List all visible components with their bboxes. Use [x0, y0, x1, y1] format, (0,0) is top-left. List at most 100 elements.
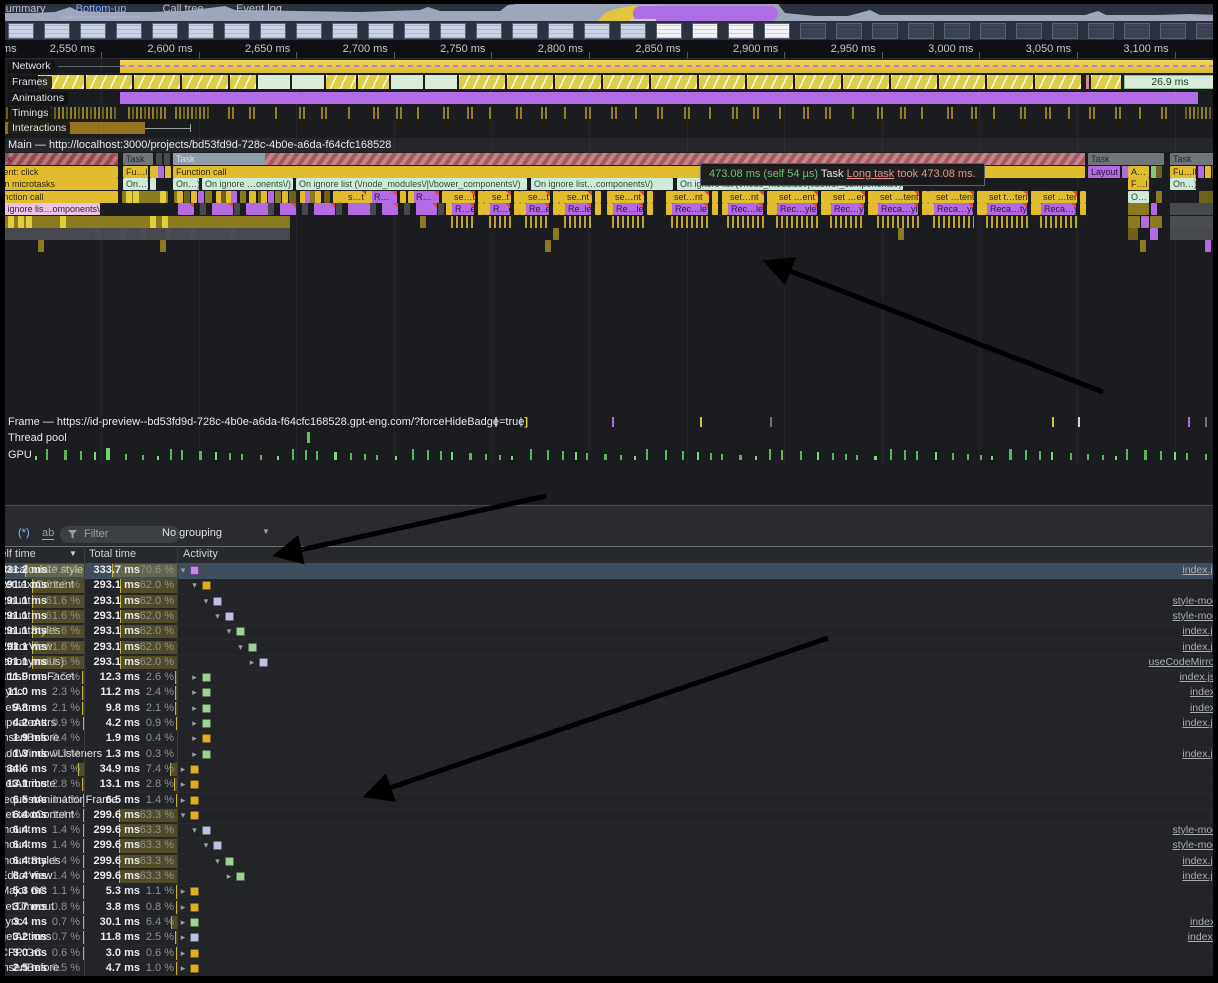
flame-event-fragment[interactable] — [165, 166, 171, 178]
frame-block[interactable] — [843, 75, 889, 89]
frame-block[interactable] — [358, 75, 389, 89]
tree-caret[interactable]: ▸ — [190, 716, 200, 731]
flame-event-fragment[interactable] — [647, 191, 653, 203]
flame-event-fragment[interactable] — [160, 191, 166, 203]
filmstrip-thumbnail[interactable] — [80, 23, 106, 39]
tree-caret[interactable]: ▸ — [178, 930, 188, 945]
tree-caret[interactable]: ▾ — [201, 838, 211, 853]
track-label-gpu[interactable]: GPU — [8, 448, 32, 462]
flame-event-fragment[interactable] — [140, 228, 146, 240]
flame-event[interactable]: Fu…ll — [1170, 166, 1196, 178]
flame-event-fragment[interactable] — [400, 191, 406, 203]
flame-event-fragment[interactable] — [268, 203, 274, 215]
flame-event[interactable]: On ignore list (\/node_modules\/|\/bower… — [296, 178, 527, 190]
flame-event-fragment[interactable] — [190, 228, 196, 240]
tree-caret[interactable]: ▸ — [178, 961, 188, 976]
flame-event-fragment[interactable] — [1141, 216, 1149, 228]
flame-event[interactable]: Fu…ll — [123, 166, 148, 178]
flame-event-fragment[interactable] — [133, 191, 139, 203]
flame-event-fragment[interactable] — [647, 203, 653, 215]
filmstrip-thumbnail[interactable] — [476, 23, 502, 39]
flame-event-fragment[interactable] — [1140, 240, 1146, 252]
table-row[interactable]: 3.4 ms0.7 %30.1 ms6.4 %▸syncindex. — [0, 915, 1218, 931]
filmstrip-thumbnail[interactable] — [8, 23, 34, 39]
flame-event-fragment[interactable] — [872, 203, 878, 215]
flame-event[interactable]: set …ent — [776, 191, 818, 203]
filmstrip-thumbnail[interactable] — [44, 23, 70, 39]
flame-event[interactable]: set …ent — [830, 191, 865, 203]
flame-event-fragment[interactable] — [671, 216, 709, 228]
flame-event-fragment[interactable] — [1205, 240, 1211, 252]
tree-caret[interactable]: ▸ — [247, 655, 257, 670]
flame-event[interactable]: On…) — [173, 178, 199, 190]
flame-event[interactable]: set …tent — [933, 191, 974, 203]
frame-block[interactable] — [1035, 75, 1081, 89]
flame-event-fragment[interactable] — [150, 178, 156, 190]
flame-event-fragment[interactable] — [564, 216, 592, 228]
flame-event-fragment[interactable] — [26, 216, 32, 228]
flame-event-fragment[interactable] — [986, 216, 1028, 228]
flame-event-fragment[interactable] — [771, 203, 777, 215]
flame-event-fragment[interactable] — [275, 191, 281, 203]
flame-event-fragment[interactable] — [404, 203, 410, 215]
flame-event-fragment[interactable] — [333, 191, 340, 203]
track-label-threadpool[interactable]: Thread pool — [8, 431, 67, 445]
grouping-chevron-down-icon[interactable]: ▼ — [262, 527, 270, 536]
flame-event-fragment[interactable] — [666, 191, 672, 203]
flame-event-fragment[interactable] — [324, 191, 330, 203]
flame-event-fragment[interactable] — [559, 203, 565, 215]
frame-block[interactable] — [1091, 75, 1121, 89]
flame-event[interactable]: Re..e — [526, 203, 549, 215]
flame-event[interactable]: Re..le — [565, 203, 591, 215]
flame-event[interactable]: R…e — [452, 203, 474, 215]
flame-event-fragment[interactable] — [771, 191, 777, 203]
flame-event-fragment[interactable] — [420, 216, 426, 228]
flame-event[interactable]: Function call — [0, 191, 118, 203]
tree-caret[interactable]: ▾ — [190, 823, 200, 838]
flame-event-fragment[interactable] — [177, 191, 183, 203]
flame-event-fragment[interactable] — [95, 228, 101, 240]
frame-block[interactable] — [891, 75, 937, 89]
filmstrip-thumbnail[interactable] — [116, 23, 142, 39]
flame-event-fragment[interactable] — [1040, 216, 1077, 228]
flame-event-fragment[interactable] — [484, 203, 490, 215]
table-row[interactable]: 1.3 ms0.3 %1.3 ms0.3 %▸addWindowListener… — [0, 747, 1218, 763]
flame-event-fragment[interactable] — [162, 216, 168, 228]
frame-block[interactable] — [507, 75, 553, 89]
flame-event[interactable]: se..nt — [564, 191, 592, 203]
flame-event[interactable]: Reca…yle — [934, 203, 973, 215]
flame-event[interactable]: se…nt — [612, 191, 644, 203]
filmstrip-thumbnail[interactable] — [1088, 23, 1114, 39]
flame-event-fragment[interactable] — [261, 191, 267, 203]
flame-event[interactable]: Task — [1088, 153, 1164, 165]
tree-caret[interactable]: ▸ — [178, 884, 188, 899]
filmstrip-thumbnail[interactable] — [404, 23, 430, 39]
flame-event-fragment[interactable] — [160, 240, 166, 252]
flame-event-fragment[interactable] — [1128, 216, 1140, 228]
flame-event[interactable]: s…t — [345, 191, 367, 203]
flame-event[interactable]: Event: click — [0, 166, 118, 178]
flame-event-fragment[interactable] — [877, 216, 919, 228]
flame-event-fragment[interactable] — [898, 228, 904, 240]
flame-event-fragment[interactable] — [158, 166, 164, 178]
flame-event-fragment[interactable] — [1128, 228, 1138, 240]
flame-event-fragment[interactable] — [830, 216, 865, 228]
flame-event-fragment[interactable] — [712, 191, 718, 203]
filmstrip-thumbnail[interactable] — [1124, 23, 1150, 39]
tree-caret[interactable]: ▾ — [224, 624, 234, 639]
frame-block[interactable] — [747, 75, 793, 89]
flame-event-fragment[interactable] — [1170, 216, 1218, 228]
flame-event-fragment[interactable] — [1080, 203, 1086, 215]
flame-event-fragment[interactable] — [712, 203, 718, 215]
flame-event-fragment[interactable] — [302, 203, 308, 215]
sort-arrow-icon[interactable]: ▼ — [69, 549, 77, 558]
flame-event-fragment[interactable] — [1151, 203, 1157, 215]
table-row[interactable]: 291.1 ms61.6 %293.1 ms62.0 %▾mountStyles… — [0, 624, 1218, 640]
flame-event[interactable]: On ignore list…components\/) — [531, 178, 673, 190]
flame-event-fragment[interactable] — [446, 203, 452, 215]
flame-event[interactable]: Layout — [1088, 166, 1120, 178]
flame-event[interactable]: Reca…yle — [1041, 203, 1076, 215]
filmstrip-thumbnail[interactable] — [1016, 23, 1042, 39]
flame-event-fragment[interactable] — [1156, 166, 1162, 178]
source-link[interactable]: style-mod — [1172, 838, 1218, 853]
